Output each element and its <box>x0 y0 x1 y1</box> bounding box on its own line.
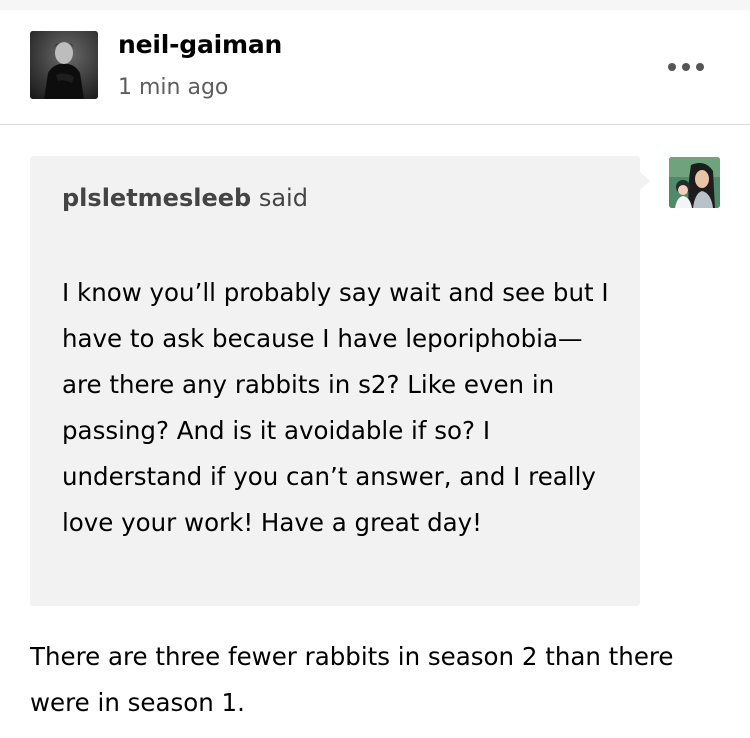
top-strip <box>0 0 750 10</box>
more-options-button[interactable] <box>664 52 708 82</box>
post-timestamp[interactable]: 1 min ago <box>118 74 228 102</box>
asker-avatar-image <box>669 157 720 208</box>
post-header: neil-gaiman 1 min ago <box>0 10 750 124</box>
header-divider <box>0 124 750 125</box>
avatar-image <box>30 31 98 99</box>
ellipsis-icon <box>668 63 704 71</box>
asker-avatar[interactable] <box>669 157 720 208</box>
avatar[interactable] <box>30 31 98 99</box>
ask-question: I know you’ll probably say wait and see … <box>62 278 609 537</box>
ask-bubble-pointer <box>640 172 650 190</box>
asker-line: plsletmesleeb said <box>62 178 308 218</box>
asker-name[interactable]: plsletmesleeb <box>62 184 251 212</box>
blog-name[interactable]: neil-gaiman <box>118 29 282 61</box>
ask-bubble: plsletmesleeb said I know you’ll probabl… <box>30 156 640 606</box>
said-label: said <box>258 184 308 212</box>
answer-text: There are three fewer rabbits in season … <box>30 642 674 717</box>
